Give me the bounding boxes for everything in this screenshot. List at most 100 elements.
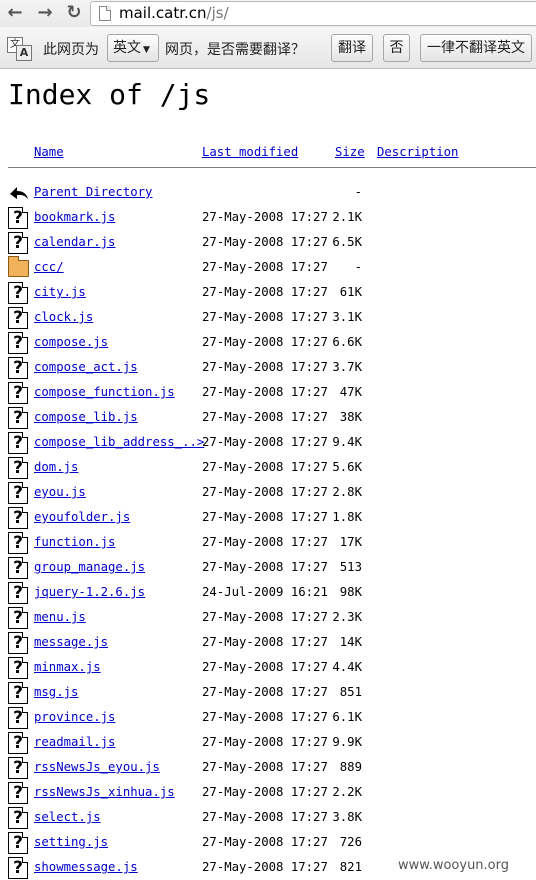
- table-row: ? minmax.js 27-May-2008 17:27 4.4K: [0, 655, 536, 680]
- file-link[interactable]: city.js: [34, 285, 86, 299]
- file-link[interactable]: message.js: [34, 635, 108, 649]
- last-modified: 27-May-2008 17:27: [202, 560, 328, 574]
- file-link[interactable]: dom.js: [34, 460, 78, 474]
- reload-icon[interactable]: ↻: [62, 2, 86, 24]
- file-size: 1.8K: [332, 510, 362, 524]
- unknown-file-icon: ?: [8, 207, 28, 229]
- table-row: ccc/27-May-2008 17:27 -: [0, 255, 536, 280]
- column-header-description[interactable]: Description: [377, 145, 458, 159]
- address-bar[interactable]: mail.catr.cn/js/: [90, 1, 536, 26]
- file-link[interactable]: ccc/: [34, 260, 64, 274]
- table-row: ? menu.js 27-May-2008 17:27 2.3K: [0, 605, 536, 630]
- unknown-file-icon: ?: [8, 507, 28, 529]
- last-modified: 27-May-2008 17:27: [202, 410, 328, 424]
- unknown-file-icon: ?: [8, 782, 28, 804]
- file-link[interactable]: function.js: [34, 535, 115, 549]
- unknown-file-icon: ?: [8, 582, 28, 604]
- header-divider: [8, 167, 536, 168]
- table-row: ? clock.js 27-May-2008 17:27 3.1K: [0, 305, 536, 330]
- table-row: ? function.js 27-May-2008 17:27 17K: [0, 530, 536, 555]
- back-arrow-icon: [10, 187, 28, 199]
- column-header-name[interactable]: Name: [34, 145, 64, 159]
- unknown-file-icon: ?: [8, 657, 28, 679]
- table-row: ? eyou.js 27-May-2008 17:27 2.8K: [0, 480, 536, 505]
- column-header-last-modified[interactable]: Last modified: [202, 145, 298, 159]
- last-modified: 27-May-2008 17:27: [202, 435, 328, 449]
- file-size: 17K: [339, 535, 362, 549]
- file-size: 2.8K: [332, 485, 362, 499]
- file-link[interactable]: province.js: [34, 710, 115, 724]
- table-row: ? message.js 27-May-2008 17:27 14K: [0, 630, 536, 655]
- translate-button[interactable]: 翻译: [331, 34, 373, 62]
- last-modified: 27-May-2008 17:27: [202, 335, 328, 349]
- file-link[interactable]: rssNewsJs_xinhua.js: [34, 785, 175, 799]
- file-size: 3.8K: [332, 810, 362, 824]
- unknown-file-icon: ?: [8, 707, 28, 729]
- file-size: 98K: [339, 585, 362, 599]
- unknown-file-icon: ?: [8, 457, 28, 479]
- unknown-file-icon: ?: [8, 357, 28, 379]
- table-row: ? select.js 27-May-2008 17:27 3.8K: [0, 805, 536, 830]
- column-header-size[interactable]: Size: [335, 145, 365, 159]
- translate-icon-glyph-2: A: [16, 45, 32, 61]
- last-modified: 27-May-2008 17:27: [202, 235, 328, 249]
- file-size: 38K: [339, 410, 362, 424]
- file-size: 61K: [339, 285, 362, 299]
- unknown-file-icon: ?: [8, 857, 28, 879]
- last-modified: 27-May-2008 17:27: [202, 785, 328, 799]
- file-link[interactable]: setting.js: [34, 835, 108, 849]
- file-size: 513: [339, 560, 362, 574]
- parent-directory-link[interactable]: Parent Directory: [34, 185, 152, 199]
- unknown-file-icon: ?: [8, 557, 28, 579]
- file-link[interactable]: compose_function.js: [34, 385, 175, 399]
- language-select-value: 英文: [113, 40, 141, 56]
- last-modified: 27-May-2008 17:27: [202, 635, 328, 649]
- last-modified: 27-May-2008 17:27: [202, 285, 328, 299]
- unknown-file-icon: ?: [8, 607, 28, 629]
- file-link[interactable]: msg.js: [34, 685, 78, 699]
- file-link[interactable]: group_manage.js: [34, 560, 145, 574]
- file-link[interactable]: minmax.js: [34, 660, 101, 674]
- last-modified: 27-May-2008 17:27: [202, 510, 328, 524]
- file-link[interactable]: eyoufolder.js: [34, 510, 130, 524]
- file-link[interactable]: rssNewsJs_eyou.js: [34, 760, 160, 774]
- never-translate-button[interactable]: 一律不翻译英文: [420, 34, 532, 62]
- file-link[interactable]: jquery-1.2.6.js: [34, 585, 145, 599]
- file-link[interactable]: compose_act.js: [34, 360, 138, 374]
- unknown-file-icon: ?: [8, 832, 28, 854]
- file-size: 2.3K: [332, 610, 362, 624]
- file-link[interactable]: compose_lib.js: [34, 410, 138, 424]
- no-button[interactable]: 否: [383, 34, 410, 62]
- file-link[interactable]: select.js: [34, 810, 101, 824]
- file-link[interactable]: eyou.js: [34, 485, 86, 499]
- unknown-file-icon: ?: [8, 307, 28, 329]
- last-modified: 27-May-2008 17:27: [202, 460, 328, 474]
- last-modified: 27-May-2008 17:27: [202, 760, 328, 774]
- file-size: 47K: [339, 385, 362, 399]
- file-link[interactable]: compose.js: [34, 335, 108, 349]
- file-link[interactable]: readmail.js: [34, 735, 115, 749]
- last-modified: 27-May-2008 17:27: [202, 535, 328, 549]
- file-link[interactable]: showmessage.js: [34, 860, 138, 874]
- last-modified: 27-May-2008 17:27: [202, 685, 328, 699]
- table-row: ? compose_function.js 27-May-2008 17:27 47K: [0, 380, 536, 405]
- table-row: ? province.js 27-May-2008 17:27 6.1K: [0, 705, 536, 730]
- language-select[interactable]: 英文 ▼: [107, 34, 159, 62]
- back-arrow-icon[interactable]: ←: [3, 2, 27, 24]
- table-row: ? jquery-1.2.6.js 24-Jul-2009 16:21 98K: [0, 580, 536, 605]
- unknown-file-icon: ?: [8, 232, 28, 254]
- chevron-down-icon: ▼: [143, 45, 150, 55]
- file-link[interactable]: calendar.js: [34, 235, 115, 249]
- file-size: 3.1K: [332, 310, 362, 324]
- table-row: ? readmail.js 27-May-2008 17:27 9.9K: [0, 730, 536, 755]
- unknown-file-icon: ?: [8, 532, 28, 554]
- file-link[interactable]: bookmark.js: [34, 210, 115, 224]
- file-link[interactable]: compose_lib_address_..>: [34, 435, 204, 449]
- file-size: 4.4K: [332, 660, 362, 674]
- file-size: -: [354, 260, 362, 274]
- forward-arrow-icon[interactable]: →: [33, 2, 57, 24]
- file-link[interactable]: menu.js: [34, 610, 86, 624]
- file-link[interactable]: clock.js: [34, 310, 93, 324]
- unknown-file-icon: ?: [8, 332, 28, 354]
- file-size: 9.4K: [332, 435, 362, 449]
